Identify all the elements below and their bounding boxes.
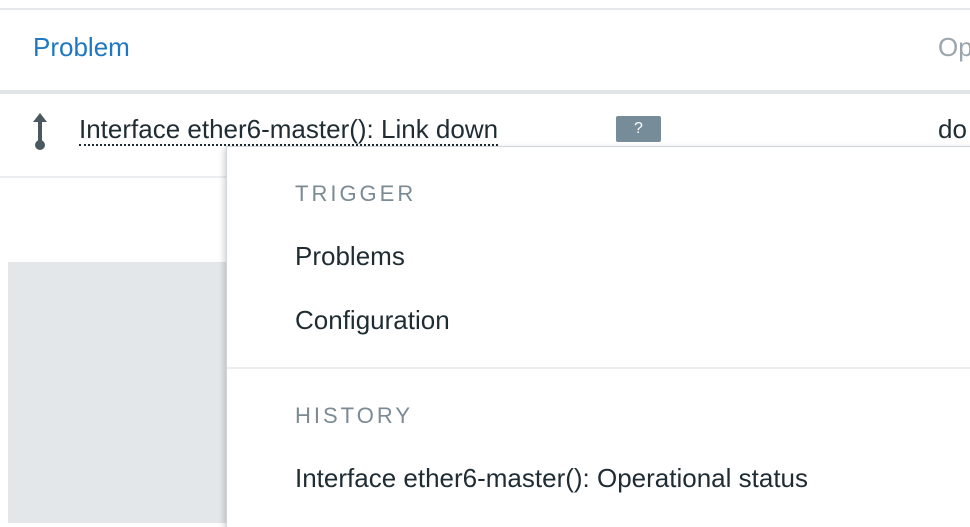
history-section-header: HISTORY [295, 403, 413, 428]
problem-column-header[interactable]: Problem [33, 32, 130, 63]
context-menu: TRIGGER Problems Configuration HISTORY I… [226, 146, 970, 527]
up-arrow-icon [32, 113, 48, 151]
table-header-row: Problem Op [0, 10, 970, 90]
menu-item-problems[interactable]: Problems [295, 241, 405, 272]
menu-item-operational-status-history[interactable]: Interface ether6-master(): Operational s… [295, 463, 808, 494]
problem-name-link[interactable]: Interface ether6-master(): Link down [79, 114, 499, 146]
help-badge[interactable]: ? [616, 116, 661, 142]
operational-column-header[interactable]: Op [938, 32, 970, 63]
menu-divider [227, 367, 970, 369]
menu-item-configuration[interactable]: Configuration [295, 305, 450, 336]
operational-status-value: do [938, 114, 967, 144]
trigger-section-header: TRIGGER [295, 181, 417, 206]
